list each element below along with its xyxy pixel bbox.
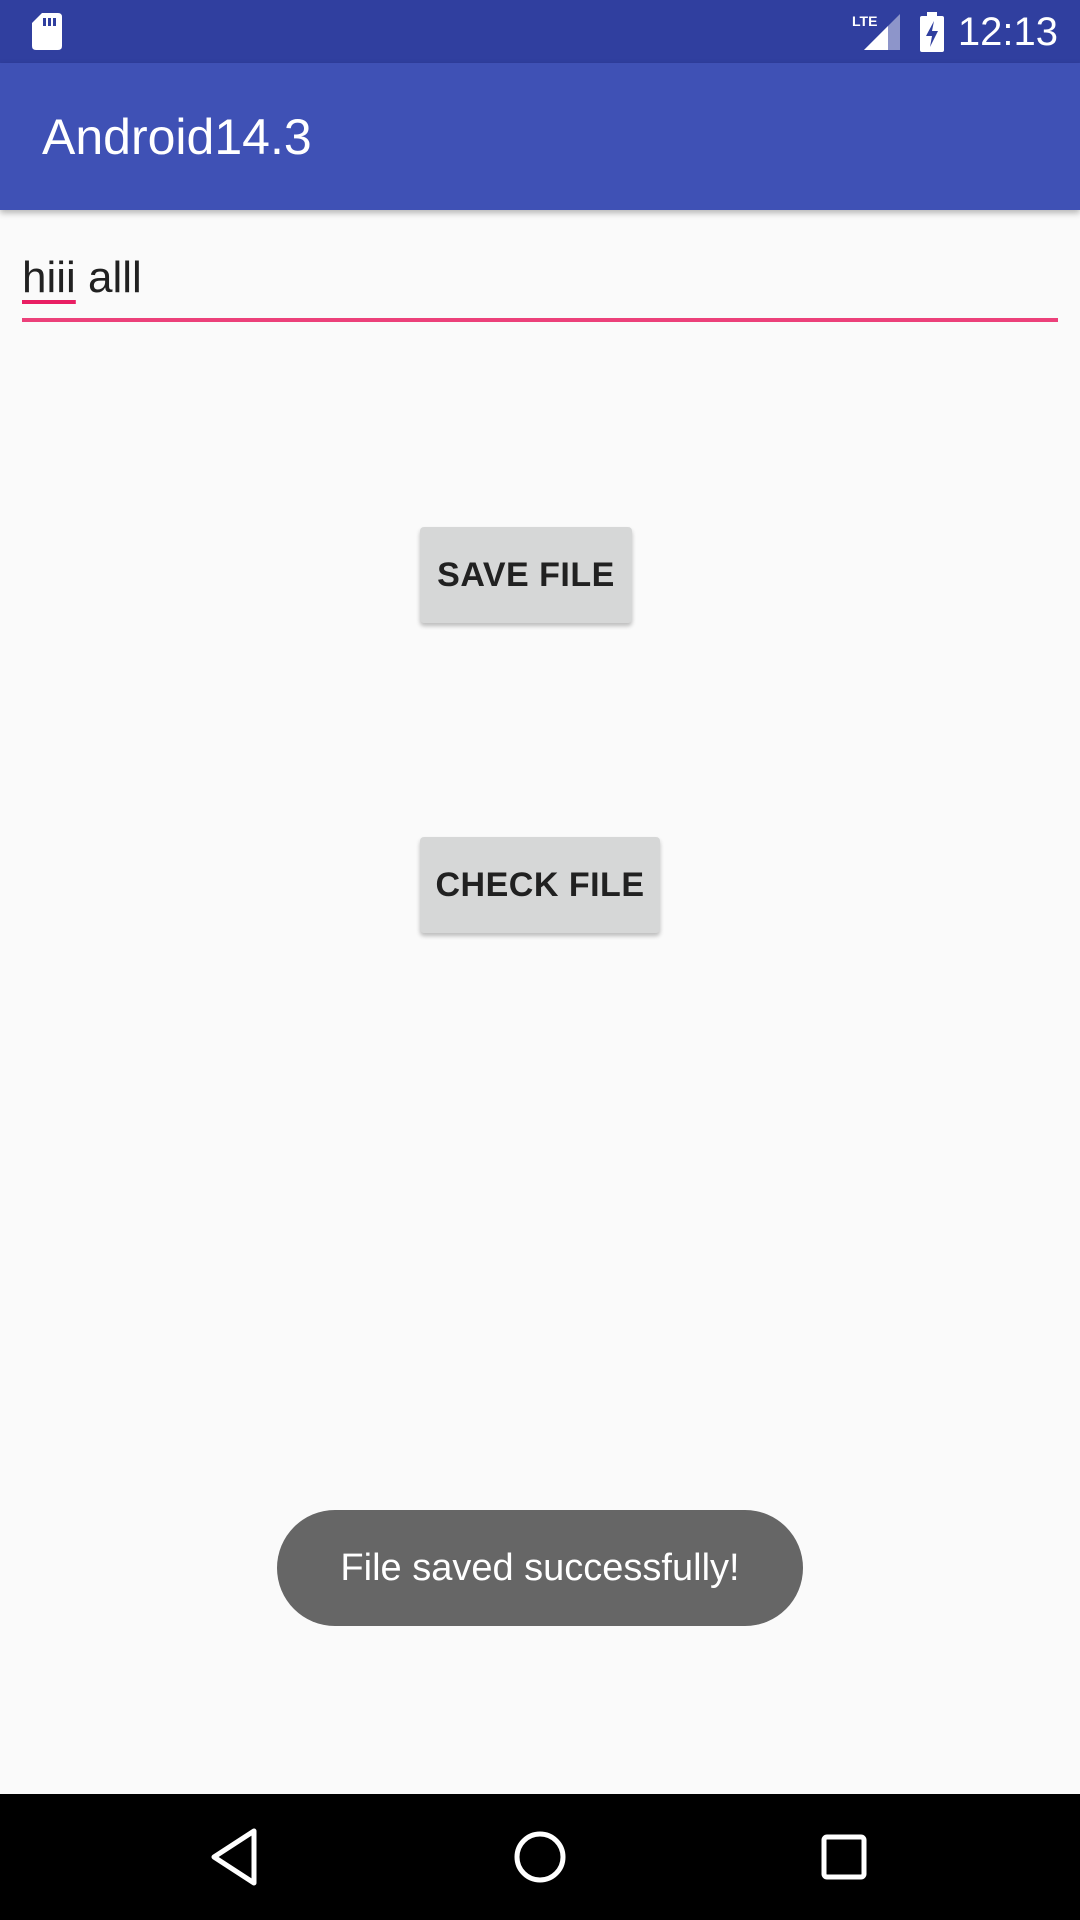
back-icon[interactable] xyxy=(204,1825,268,1889)
text-input-rest: alll xyxy=(75,253,142,302)
battery-charging-icon xyxy=(920,12,944,52)
spellcheck-word: hiii xyxy=(22,253,76,302)
lte-signal-icon: LTE xyxy=(852,13,900,50)
sd-card-icon xyxy=(32,13,62,50)
app-bar: Android14.3 xyxy=(0,63,1080,210)
navigation-bar xyxy=(0,1794,1080,1920)
text-input-value[interactable]: hiii alll xyxy=(22,248,1058,320)
check-file-button[interactable]: CHECK FILE xyxy=(420,837,660,933)
status-clock: 12:13 xyxy=(957,10,1058,54)
home-icon[interactable] xyxy=(508,1825,572,1889)
lte-label: LTE xyxy=(852,13,877,29)
app-title: Android14.3 xyxy=(42,109,312,165)
save-file-button[interactable]: SAVE FILE xyxy=(420,527,632,623)
status-bar: LTE 12:13 xyxy=(0,0,1080,63)
text-input-field[interactable]: hiii alll xyxy=(22,248,1058,324)
input-underline xyxy=(22,318,1058,322)
toast-message: File saved successfully! xyxy=(277,1510,803,1626)
recents-icon[interactable] xyxy=(812,1825,876,1889)
